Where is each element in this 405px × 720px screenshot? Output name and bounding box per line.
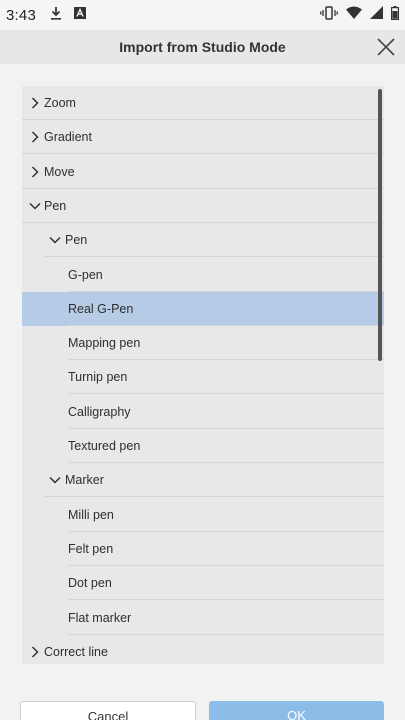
tree-item[interactable]: Move — [22, 155, 384, 189]
tree-item-label: Milli pen — [68, 507, 114, 522]
app-notification-icon — [74, 6, 86, 24]
chevron-down-icon[interactable] — [48, 233, 62, 247]
tree-item-label: Real G-Pen — [68, 301, 134, 316]
scrollbar[interactable] — [378, 89, 382, 361]
tree-item-label: Pen — [65, 233, 88, 248]
tree-item-label: G-pen — [68, 267, 103, 282]
tree-item-label: Zoom — [44, 96, 76, 110]
battery-icon — [391, 5, 400, 25]
tree-item[interactable]: Correct line — [22, 635, 384, 664]
tree-item[interactable]: Flat marker — [22, 601, 384, 635]
tree-item-label: Calligraphy — [68, 404, 131, 419]
chevron-down-icon[interactable] — [48, 473, 62, 487]
wifi-icon — [346, 6, 362, 24]
tree-item[interactable]: Mapping pen — [22, 326, 384, 361]
tree-item[interactable]: G-pen — [22, 258, 384, 292]
tree-item[interactable]: Real G-Pen — [22, 291, 384, 326]
tree-item[interactable]: Pen — [22, 223, 384, 258]
tree-item[interactable]: Gradient — [22, 120, 384, 155]
tree-item-label: Turnip pen — [68, 370, 128, 385]
tree-item[interactable]: Pen — [22, 189, 384, 223]
tree-item-label: Dot pen — [68, 576, 112, 591]
status-right-icons — [320, 0, 400, 30]
close-icon[interactable] — [376, 37, 396, 57]
cancel-button[interactable]: Cancel — [20, 701, 196, 720]
tree-item[interactable]: Dot pen — [22, 566, 384, 601]
ok-button[interactable]: OK — [209, 701, 384, 720]
tree-item[interactable]: Milli pen — [22, 498, 384, 532]
download-icon — [50, 6, 62, 25]
tool-tree-panel[interactable]: Zoom Gradient Move Pen Pen G-pen Real G-Pen Map… — [22, 86, 384, 664]
status-time: 3:43 — [6, 6, 36, 24]
tree-item-label: Correct line — [44, 644, 108, 659]
status-left-icons — [50, 6, 86, 25]
tree-item[interactable]: Textured pen — [22, 429, 384, 463]
tree-item[interactable]: Zoom — [22, 86, 384, 120]
chevron-down-icon[interactable] — [28, 199, 42, 213]
status-bar: 3:43 — [0, 0, 405, 30]
tree-item[interactable]: Turnip pen — [22, 360, 384, 395]
tree-item[interactable]: Marker — [22, 463, 384, 498]
dialog-title: Import from Studio Mode — [119, 39, 286, 55]
chevron-right-icon[interactable] — [28, 645, 42, 659]
tree-item-label: Flat marker — [68, 610, 132, 625]
tree-item[interactable]: Felt pen — [22, 532, 384, 566]
tree-item-label: Textured pen — [68, 439, 141, 453]
tree-item-label: Mapping pen — [68, 336, 141, 351]
dialog-header: Import from Studio Mode — [0, 30, 405, 64]
tree-item-label: Gradient — [44, 130, 92, 145]
dialog-buttons: Cancel OK — [0, 690, 405, 720]
chevron-right-icon[interactable] — [28, 165, 42, 179]
close-button[interactable] — [371, 32, 401, 62]
chevron-right-icon[interactable] — [28, 96, 42, 110]
chevron-right-icon[interactable] — [28, 130, 42, 144]
tree-item[interactable]: Calligraphy — [22, 395, 384, 429]
tree-item-label: Pen — [44, 198, 67, 213]
signal-icon — [370, 6, 383, 24]
tree-item-label: Move — [44, 164, 75, 179]
tree-item-label: Marker — [65, 473, 104, 488]
tree-item-label: Felt pen — [68, 541, 114, 556]
vibrate-icon — [320, 5, 338, 25]
